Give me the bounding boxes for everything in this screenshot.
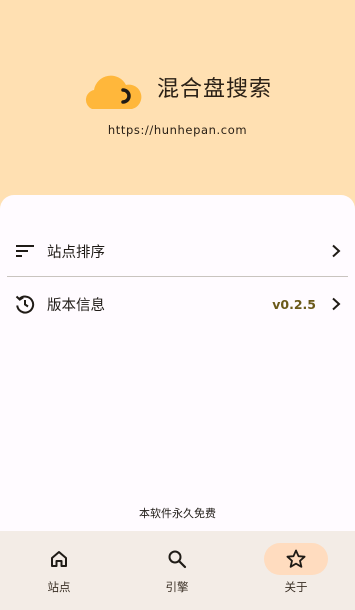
star-icon bbox=[286, 549, 306, 568]
nav-label-engines: 引擎 bbox=[165, 580, 189, 594]
nav-item-about[interactable]: 关于 bbox=[237, 531, 355, 610]
nav-pill bbox=[145, 543, 209, 575]
version-info-row[interactable]: 版本信息 v0.2.5 bbox=[0, 279, 355, 329]
site-sort-label: 站点排序 bbox=[47, 244, 105, 261]
nav-pill bbox=[27, 543, 91, 575]
search-icon bbox=[168, 550, 187, 569]
bottom-navigation: 站点 引擎 关于 bbox=[0, 531, 355, 610]
chevron-right-icon bbox=[329, 297, 343, 311]
site-sort-row[interactable]: 站点排序 bbox=[0, 226, 355, 276]
nav-item-sites[interactable]: 站点 bbox=[0, 531, 118, 610]
history-icon bbox=[15, 294, 35, 314]
nav-label-about: 关于 bbox=[284, 580, 308, 594]
app-name: 混合盘搜索 bbox=[157, 77, 273, 102]
settings-panel: 站点排序 版本信息 v0.2.5 本软件永久免费 bbox=[0, 195, 355, 531]
nav-pill-active bbox=[264, 543, 328, 575]
divider bbox=[7, 276, 348, 277]
version-value: v0.2.5 bbox=[272, 296, 316, 312]
site-url: https://hunhepan.com bbox=[107, 123, 248, 137]
app-header: 混合盘搜索 https://hunhepan.com bbox=[0, 0, 355, 200]
free-software-note: 本软件永久免费 bbox=[139, 507, 216, 520]
nav-label-sites: 站点 bbox=[47, 580, 71, 594]
nav-item-engines[interactable]: 引擎 bbox=[118, 531, 236, 610]
brand-row: 混合盘搜索 bbox=[82, 62, 272, 112]
chevron-right-icon bbox=[329, 244, 343, 258]
sort-icon bbox=[15, 241, 35, 261]
cloud-icon bbox=[85, 75, 142, 109]
version-info-label: 版本信息 bbox=[47, 297, 105, 314]
home-icon bbox=[51, 551, 67, 567]
